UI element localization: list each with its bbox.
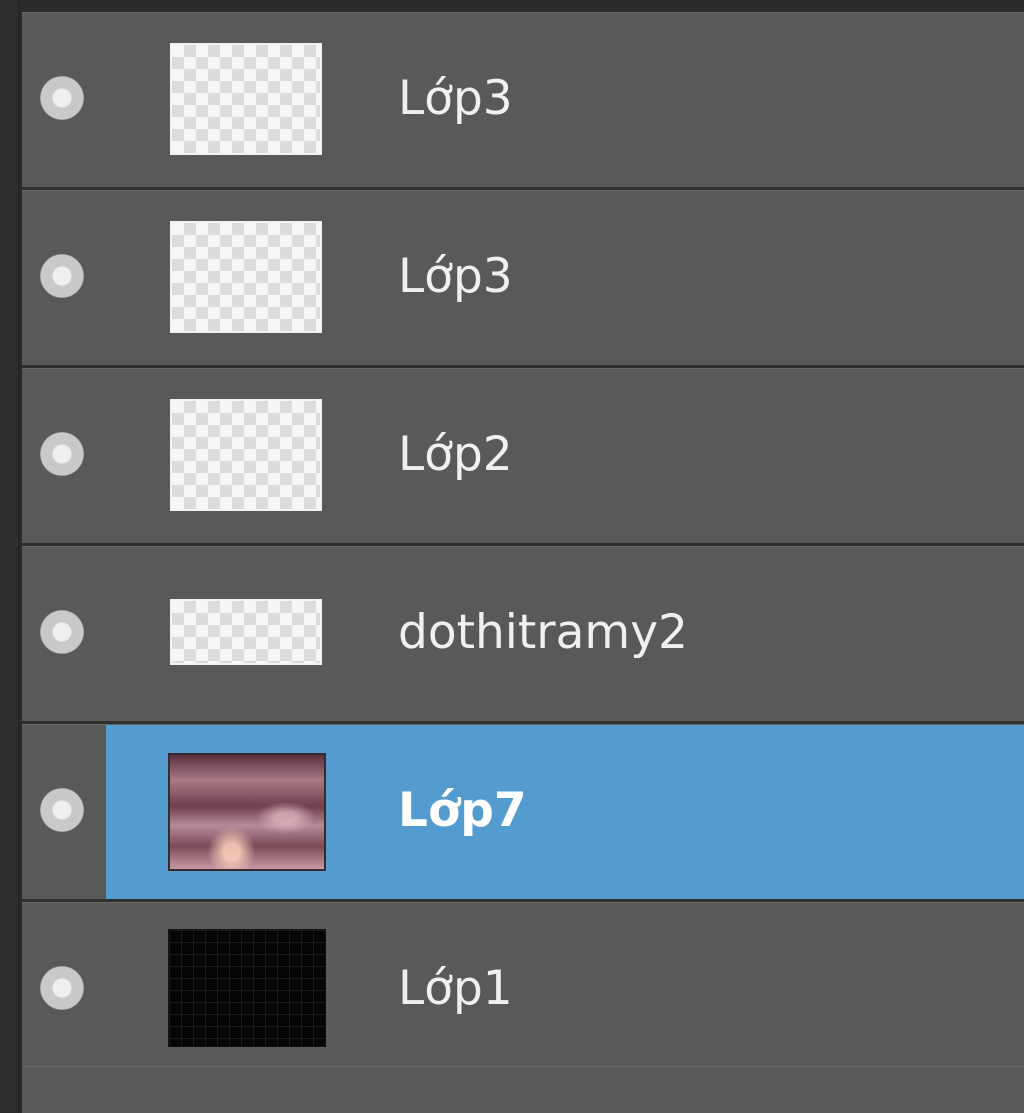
layer-name: Lớp1: [398, 961, 513, 1016]
layer-row[interactable]: Lớp1: [22, 902, 1024, 1080]
visibility-dot-icon[interactable]: [40, 76, 84, 120]
layer-thumbnail: [170, 221, 322, 333]
layer-thumbnail: [170, 399, 322, 511]
visibility-dot-icon[interactable]: [40, 788, 84, 832]
layer-row[interactable]: Lớp3: [22, 190, 1024, 368]
layer-name: Lớp2: [398, 427, 513, 482]
layer-row[interactable]: dothitramy2: [22, 546, 1024, 724]
visibility-dot-icon[interactable]: [40, 610, 84, 654]
layer-thumbnail: [170, 43, 322, 155]
visibility-dot-icon[interactable]: [40, 254, 84, 298]
panel-top-border: [20, 0, 1024, 12]
layer-row[interactable]: Lớp2: [22, 368, 1024, 546]
layer-thumbnail: [168, 929, 326, 1047]
layer-name: Lớp3: [398, 249, 513, 304]
visibility-dot-icon[interactable]: [40, 432, 84, 476]
panel-left-border: [0, 0, 20, 1112]
layer-row[interactable]: Lớp3: [22, 12, 1024, 190]
layer-name: Lớp7: [398, 783, 527, 838]
layer-thumbnail: [170, 599, 322, 665]
visibility-dot-icon[interactable]: [40, 966, 84, 1010]
layer-thumbnail: [168, 753, 326, 871]
layer-name: dothitramy2: [398, 605, 688, 660]
layer-row-selected[interactable]: Lớp7: [22, 724, 1024, 902]
layer-list-empty-area: [22, 1066, 1024, 1113]
layers-panel: Lớp3 Lớp3 Lớp2 dothitramy2 Lớp7 Lớp1: [0, 0, 1024, 1113]
layer-name: Lớp3: [398, 71, 513, 126]
layer-list: Lớp3 Lớp3 Lớp2 dothitramy2 Lớp7 Lớp1: [22, 12, 1024, 1080]
